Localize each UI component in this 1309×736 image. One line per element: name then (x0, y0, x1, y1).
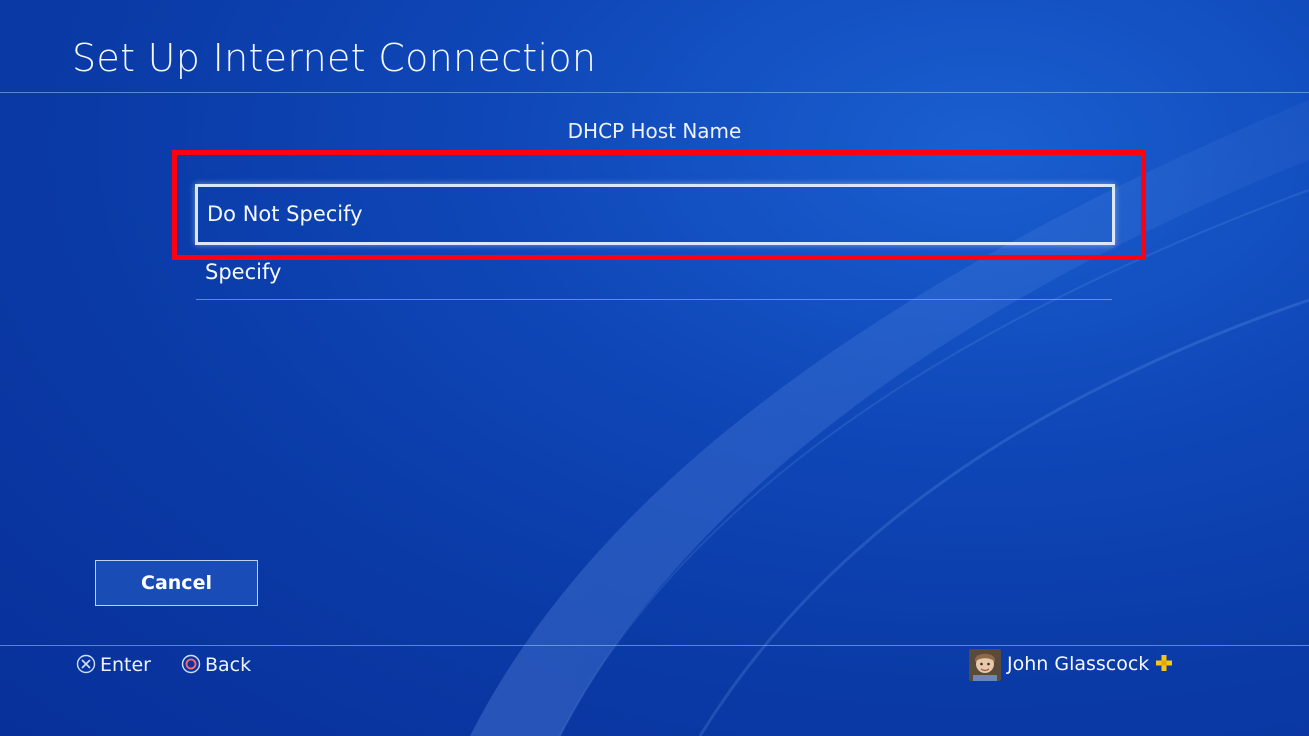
page-title: Set Up Internet Connection (72, 36, 597, 80)
back-label: Back (205, 654, 252, 676)
enter-label: Enter (100, 654, 151, 676)
circle-button-icon (181, 654, 201, 674)
option-label: Do Not Specify (207, 202, 363, 226)
playstation-plus-icon (1156, 655, 1173, 671)
cross-button-icon (76, 654, 96, 674)
user-profile: John Glasscock (969, 647, 1173, 681)
option-do-not-specify[interactable]: Do Not Specify (195, 184, 1115, 245)
background-wave (470, 100, 1309, 736)
footer-divider (0, 645, 1309, 646)
cancel-button[interactable]: Cancel (95, 560, 258, 606)
option-label: Specify (205, 260, 282, 284)
option-specify[interactable]: Specify (196, 248, 1112, 300)
user-name: John Glasscock (1007, 653, 1150, 675)
enter-hint: Enter (76, 652, 151, 678)
header-divider (0, 92, 1309, 93)
back-hint: Back (181, 652, 251, 678)
avatar (969, 648, 1001, 681)
dialog-subtitle: DHCP Host Name (567, 119, 742, 143)
